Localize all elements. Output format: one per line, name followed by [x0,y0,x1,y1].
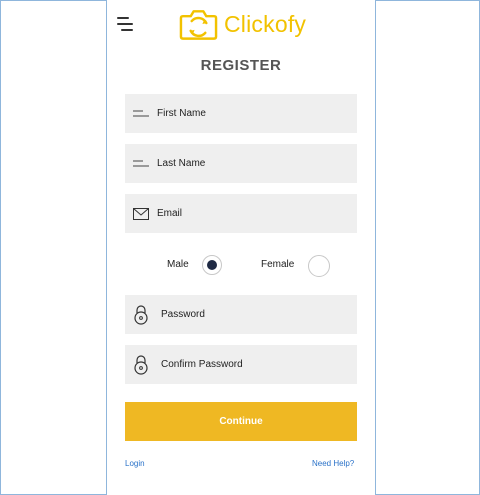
page-title: REGISTER [200,57,282,74]
male-label: Male [167,259,189,270]
hamburger-menu-icon[interactable] [117,17,133,31]
first-name-field[interactable]: First Name [125,94,357,133]
male-radio[interactable] [202,255,222,275]
last-name-field[interactable]: Last Name [125,144,357,183]
password-field[interactable]: Password [125,295,357,334]
first-name-placeholder: First Name [157,108,206,119]
continue-button[interactable]: Continue [125,402,357,441]
brand-logo: Clickofy [179,7,306,41]
need-help-link[interactable]: Need Help? [312,459,354,468]
female-label: Female [261,259,295,270]
password-placeholder: Password [161,309,205,320]
last-name-placeholder: Last Name [157,158,206,169]
female-radio[interactable] [308,255,330,277]
lines-icon [133,109,149,119]
login-link[interactable]: Login [125,459,145,468]
email-field[interactable]: Email [125,194,357,233]
phone-screen: Clickofy REGISTER First Name Last Name E… [106,0,376,495]
confirm-password-placeholder: Confirm Password [161,359,243,370]
email-placeholder: Email [157,208,183,219]
brand-name: Clickofy [224,10,307,37]
lock-icon [133,354,149,375]
radio-selected-dot [207,260,217,270]
lock-icon [133,304,149,325]
camera-icon [179,10,218,40]
lines-icon [133,159,149,169]
confirm-password-field[interactable]: Confirm Password [125,345,357,384]
envelope-icon [133,207,149,220]
